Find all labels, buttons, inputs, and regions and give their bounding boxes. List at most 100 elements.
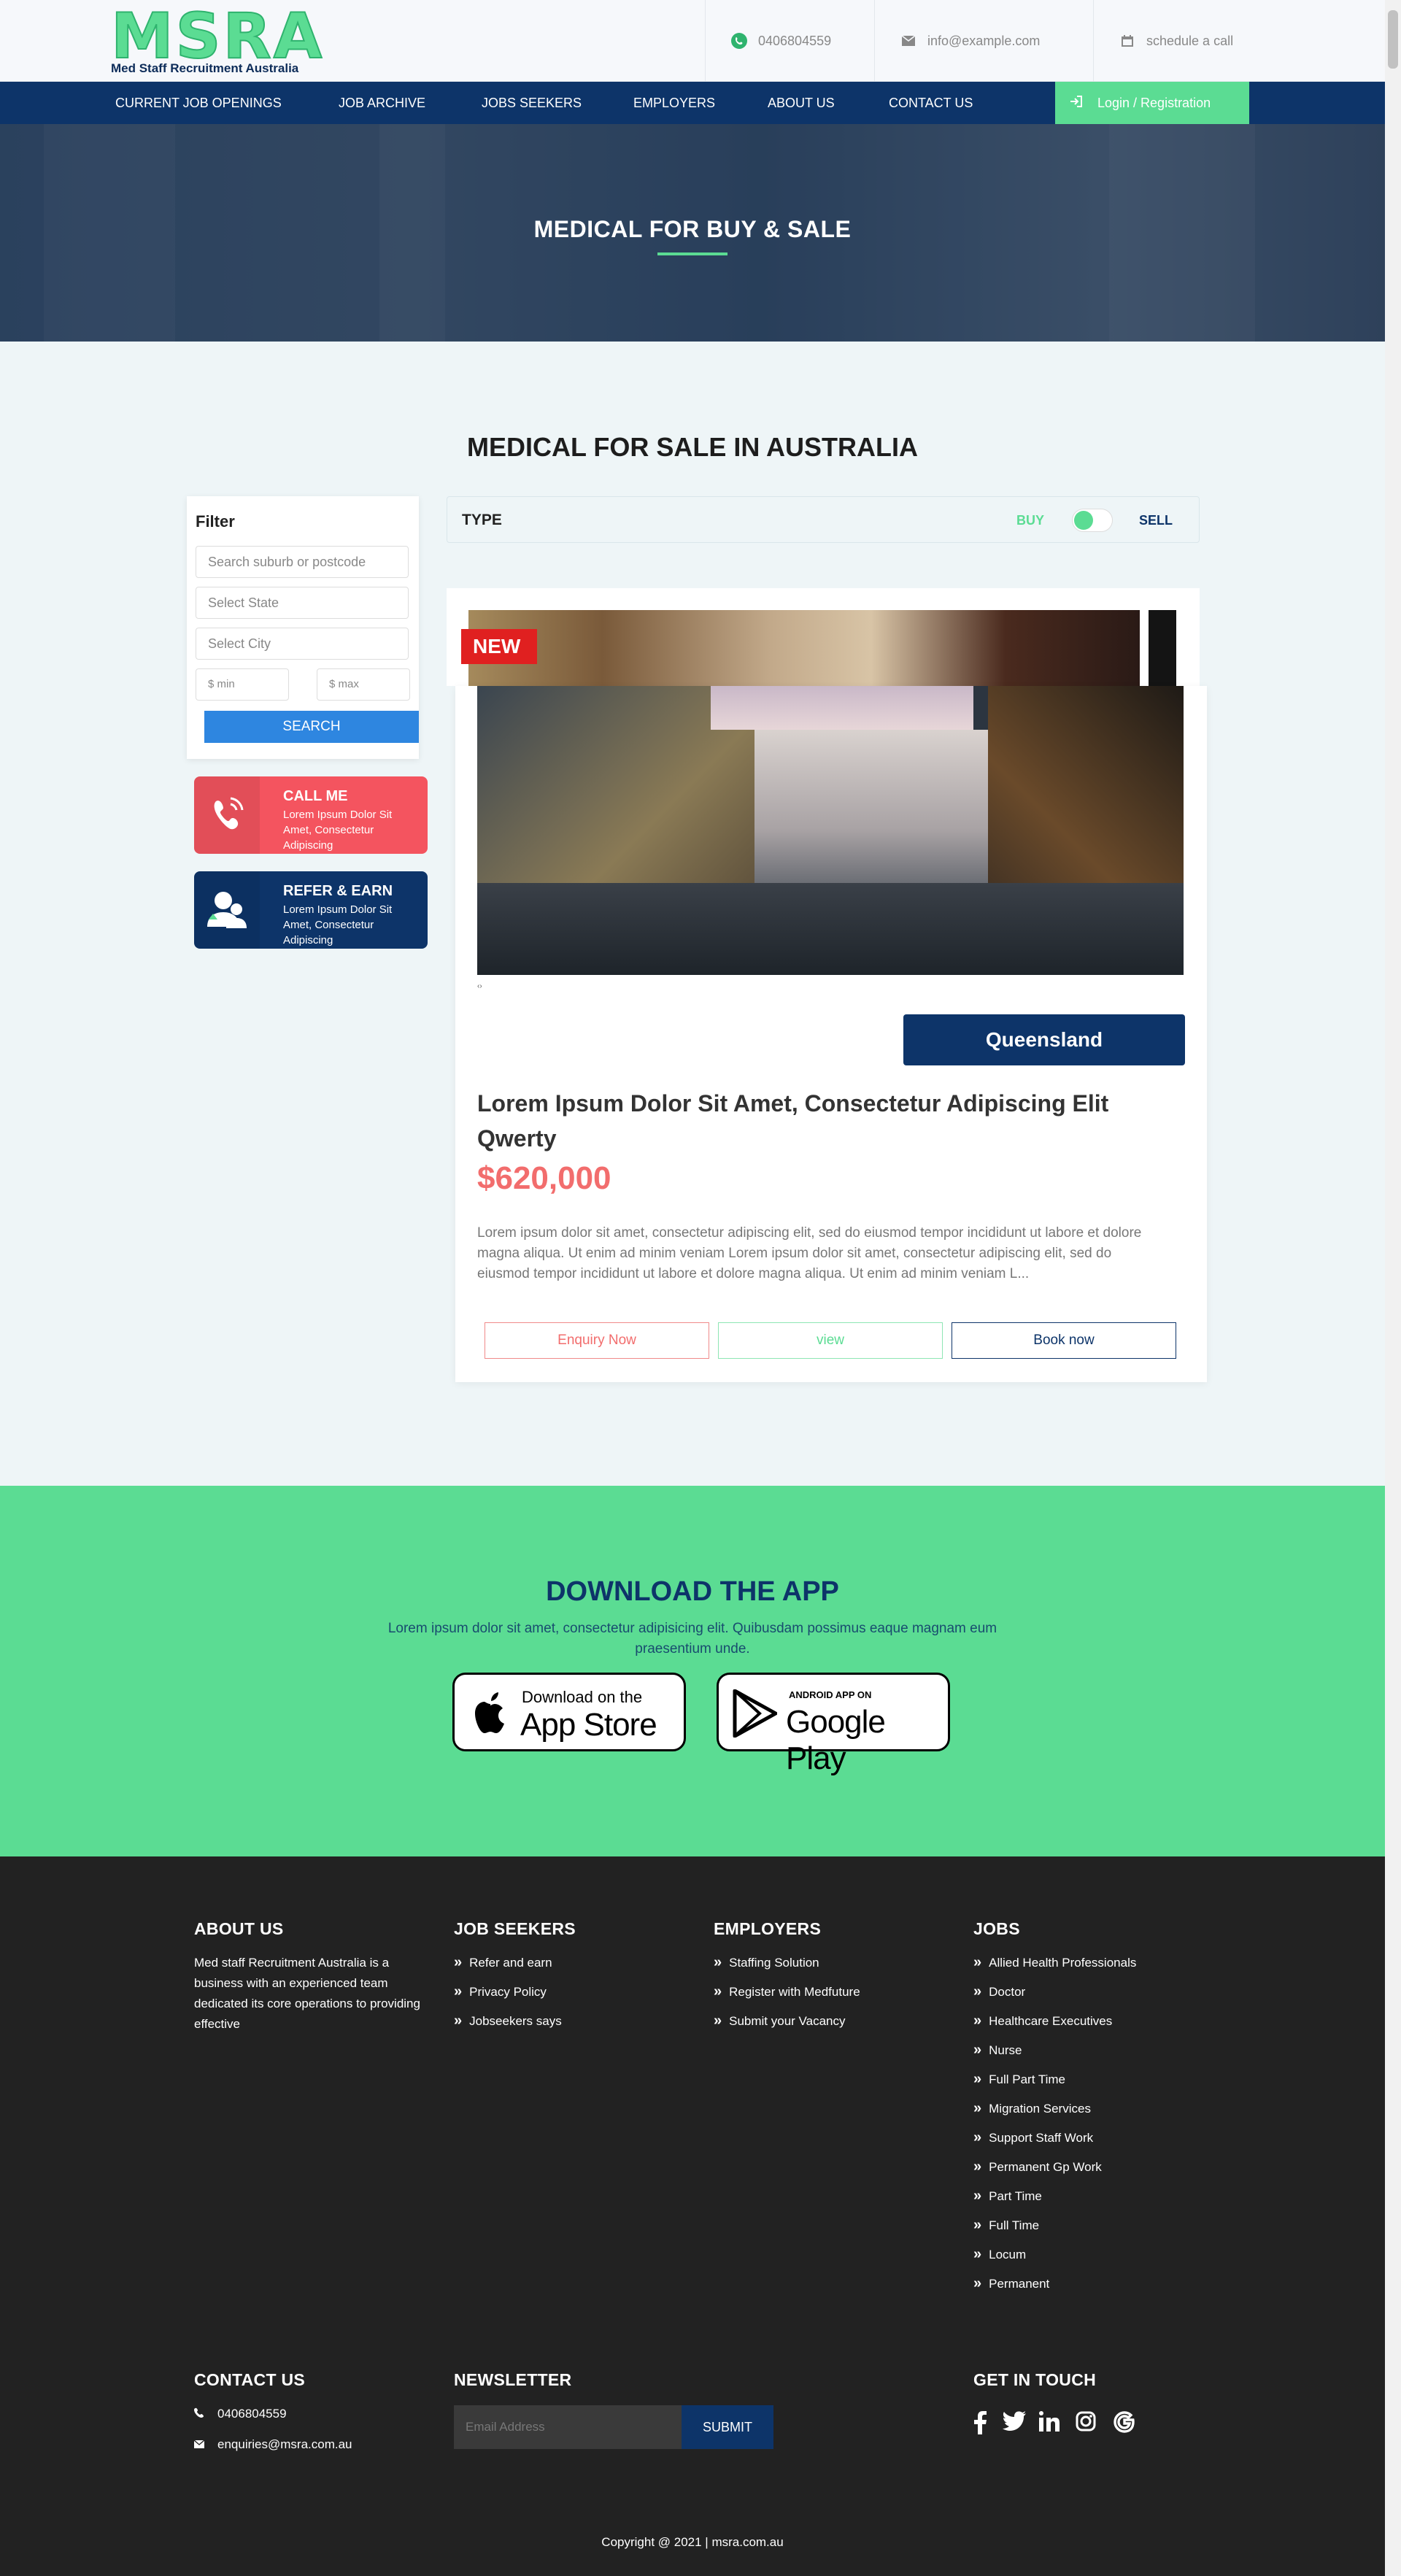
newsletter-submit-button[interactable]: SUBMIT: [682, 2405, 773, 2449]
state-select[interactable]: Select State: [196, 587, 409, 619]
buy-option[interactable]: BUY: [1016, 513, 1044, 528]
footer-link[interactable]: Migration Services: [973, 2100, 1091, 2117]
footer-link[interactable]: Support Staff Work: [973, 2129, 1093, 2146]
google-icon[interactable]: [1114, 2411, 1137, 2434]
footer-link[interactable]: Part Time: [973, 2188, 1042, 2205]
phone-contact[interactable]: 0406804559: [705, 0, 874, 82]
app-text: Lorem ipsum dolor sit amet, consectetur …: [387, 1621, 997, 1657]
nav-contact-us[interactable]: CONTACT US: [889, 82, 973, 124]
call-me-text: Lorem Ipsum Dolor Sit Amet, Consectetur …: [283, 809, 393, 852]
google-play-icon: [732, 1689, 778, 1741]
footer-link[interactable]: Permanent Gp Work: [973, 2159, 1102, 2175]
nav-job-archive[interactable]: JOB ARCHIVE: [339, 82, 425, 124]
refer-earn-text: Lorem Ipsum Dolor Sit Amet, Consectetur …: [283, 903, 393, 946]
login-registration-button[interactable]: Login / Registration: [1055, 82, 1249, 124]
min-price-input[interactable]: $ min: [196, 668, 289, 701]
footer-link[interactable]: Jobseekers says: [454, 2013, 562, 2029]
listing-photo[interactable]: [477, 686, 1184, 975]
app-title: DOWNLOAD THE APP: [546, 1576, 839, 1607]
appstore-big-text: App Store: [520, 1707, 657, 1743]
email-contact[interactable]: info@example.com: [874, 0, 1093, 82]
type-filter-bar: TYPE BUY SELL: [447, 496, 1200, 543]
refer-users-icon: [194, 871, 260, 949]
hero-title: MEDICAL FOR BUY & SALE: [533, 216, 852, 242]
enquiry-now-button[interactable]: Enquiry Now: [485, 1322, 709, 1359]
google-play-button[interactable]: ANDROID APP ON Google Play: [717, 1673, 950, 1776]
city-select[interactable]: Select City: [196, 628, 409, 660]
footer-link[interactable]: Register with Medfuture: [714, 1983, 860, 2000]
hero-underline: [657, 252, 727, 255]
footer-seekers-title: JOB SEEKERS: [454, 1919, 576, 1938]
footer-newsletter-title: NEWSLETTER: [454, 2370, 572, 2389]
footer-link[interactable]: Privacy Policy: [454, 1983, 547, 2000]
login-label: Login / Registration: [1097, 95, 1211, 110]
facebook-icon[interactable]: [973, 2411, 997, 2434]
call-me-title: CALL ME: [283, 788, 348, 804]
site-logo[interactable]: MSRA Med Staff Recruitment Australia: [110, 0, 344, 75]
app-store-button[interactable]: Download on the App Store: [452, 1673, 686, 1751]
envelope-icon: [193, 2434, 205, 2455]
refer-earn-title: REFER & EARN: [283, 883, 393, 899]
sell-option[interactable]: SELL: [1139, 513, 1173, 528]
photo-caption: ‹›: [477, 982, 482, 990]
twitter-icon[interactable]: [1003, 2411, 1026, 2434]
footer-link[interactable]: Nurse: [973, 2042, 1022, 2059]
photo-decor: [711, 686, 973, 730]
phone-number: 0406804559: [758, 33, 832, 48]
call-me-card[interactable]: CALL ME Lorem Ipsum Dolor Sit Amet, Cons…: [194, 776, 428, 854]
nav-current-job-openings[interactable]: CURRENT JOB OPENINGS: [115, 82, 282, 124]
max-price-input[interactable]: $ max: [317, 668, 410, 701]
footer-link[interactable]: Allied Health Professionals: [973, 1954, 1136, 1971]
nav-jobs-seekers[interactable]: JOBS SEEKERS: [482, 82, 582, 124]
envelope-icon: [900, 32, 917, 50]
footer-link[interactable]: Permanent: [973, 2275, 1049, 2292]
listing-thumbnail-strip[interactable]: [1149, 610, 1176, 686]
sign-in-icon: [1070, 95, 1083, 111]
refer-earn-card[interactable]: REFER & EARN Lorem Ipsum Dolor Sit Amet,…: [194, 871, 428, 949]
footer-link[interactable]: Doctor: [973, 1983, 1025, 2000]
type-label: TYPE: [462, 512, 502, 528]
scrollbar-thumb[interactable]: [1388, 10, 1398, 69]
schedule-call-link[interactable]: schedule a call: [1093, 0, 1268, 82]
footer-phone-number: 0406804559: [217, 2407, 287, 2421]
section-title: MEDICAL FOR SALE IN AUSTRALIA: [467, 432, 918, 462]
footer-about-text: Med staff Recruitment Australia is a bus…: [194, 1956, 420, 2031]
filter-panel: Filter Search suburb or postcode Select …: [187, 496, 419, 759]
footer-phone[interactable]: 0406804559: [194, 2404, 287, 2424]
whatsapp-icon: [730, 32, 748, 50]
instagram-icon[interactable]: [1076, 2411, 1099, 2434]
footer-link[interactable]: Full Time: [973, 2217, 1039, 2234]
newsletter-email-input[interactable]: Email Address: [454, 2405, 682, 2449]
footer-email[interactable]: enquiries@msra.com.au: [193, 2434, 352, 2455]
footer-email-address: enquiries@msra.com.au: [217, 2437, 352, 2451]
view-button[interactable]: view: [718, 1322, 943, 1359]
nav-employers[interactable]: EMPLOYERS: [633, 82, 715, 124]
nav-about-us[interactable]: ABOUT US: [768, 82, 835, 124]
footer-touch-title: GET IN TOUCH: [973, 2370, 1097, 2389]
buy-sell-toggle[interactable]: [1072, 509, 1113, 532]
logo-mark: MSRA: [110, 0, 325, 73]
linkedin-icon[interactable]: [1039, 2411, 1062, 2434]
filter-title: Filter: [196, 512, 235, 531]
filter-search-button[interactable]: SEARCH: [204, 711, 419, 743]
page-scrollbar[interactable]: [1385, 0, 1401, 2576]
footer-link[interactable]: Submit your Vacancy: [714, 2013, 845, 2029]
top-bar: MSRA Med Staff Recruitment Australia 040…: [0, 0, 1385, 82]
region-button[interactable]: Queensland: [903, 1014, 1185, 1065]
footer-link[interactable]: Refer and earn: [454, 1954, 552, 1971]
photo-decor: [477, 883, 1184, 975]
footer-contact-title: CONTACT US: [194, 2370, 306, 2389]
book-now-button[interactable]: Book now: [952, 1322, 1176, 1359]
footer-link[interactable]: Healthcare Executives: [973, 2013, 1112, 2029]
listing-title: Lorem Ipsum Dolor Sit Amet, Consectetur …: [477, 1090, 1109, 1152]
footer-employers-title: EMPLOYERS: [714, 1919, 822, 1938]
footer-link[interactable]: Full Part Time: [973, 2071, 1065, 2088]
photo-decor: [754, 730, 988, 898]
email-address: info@example.com: [927, 33, 1041, 48]
listing-price: $620,000: [477, 1160, 611, 1196]
suburb-search-input[interactable]: Search suburb or postcode: [196, 546, 409, 578]
listing-thumbnail-strip[interactable]: [468, 610, 1140, 686]
apple-icon: [471, 1691, 510, 1740]
footer-link[interactable]: Locum: [973, 2246, 1026, 2263]
footer-link[interactable]: Staffing Solution: [714, 1954, 819, 1971]
